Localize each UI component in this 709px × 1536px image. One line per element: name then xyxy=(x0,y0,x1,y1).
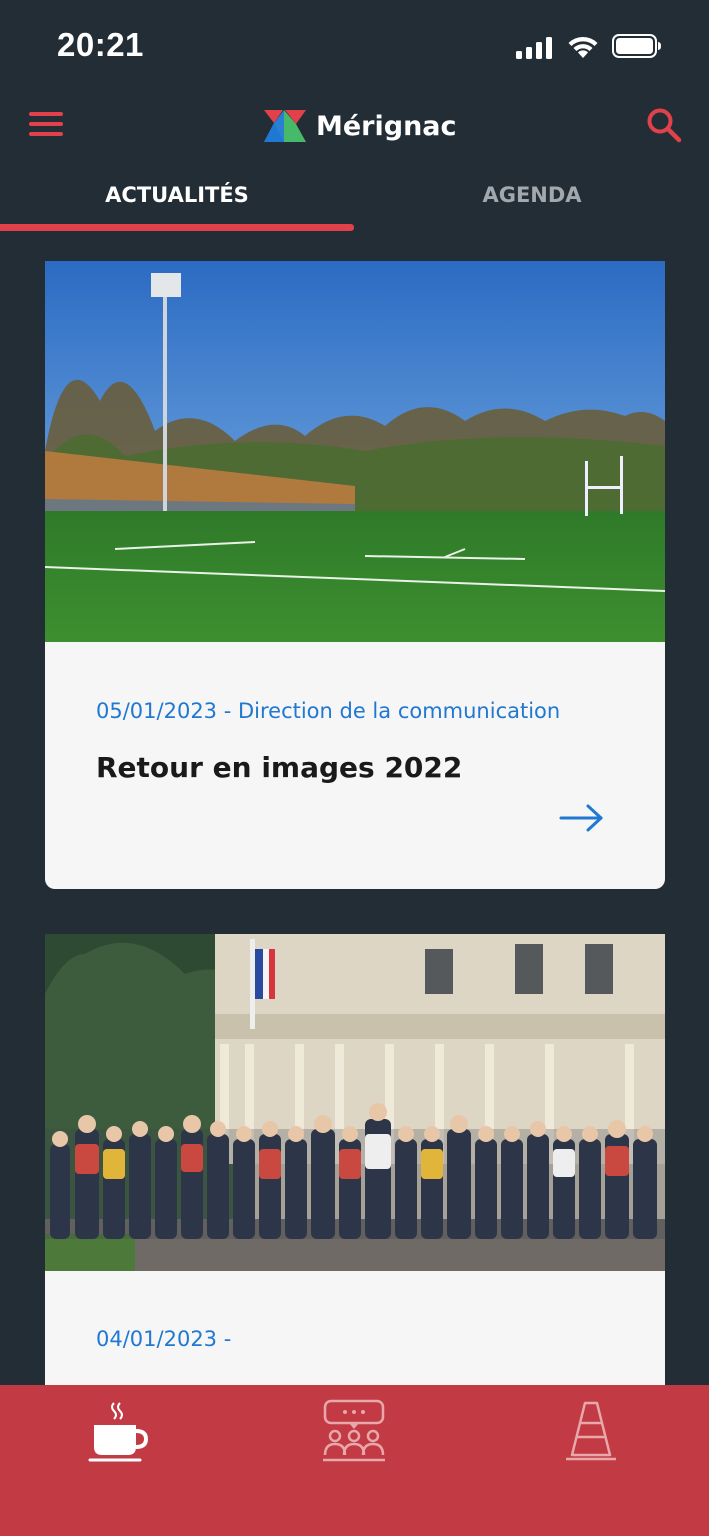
active-tab-indicator xyxy=(0,224,354,231)
coffee-cup-icon[interactable] xyxy=(84,1399,154,1463)
status-bar: 20:21 xyxy=(0,0,709,92)
community-meeting-icon[interactable] xyxy=(319,1399,389,1463)
article-meta: 05/01/2023 - Direction de la communicati… xyxy=(96,699,561,723)
status-time: 20:21 xyxy=(57,26,144,63)
battery-icon xyxy=(612,34,661,58)
tab-agenda[interactable]: AGENDA xyxy=(355,168,709,224)
article-title: Retour en images 2022 xyxy=(96,751,463,784)
brand: Mérignac xyxy=(264,106,457,146)
traffic-cone-icon[interactable] xyxy=(556,1399,626,1463)
article-card[interactable]: 04/01/2023 - xyxy=(45,934,665,1385)
arrow-right-icon[interactable] xyxy=(559,803,605,833)
merignac-logo xyxy=(264,110,306,142)
wifi-icon xyxy=(568,36,598,58)
article-card[interactable]: 05/01/2023 - Direction de la communicati… xyxy=(45,261,665,889)
article-meta: 04/01/2023 - xyxy=(96,1327,232,1351)
sports-field-photo xyxy=(45,261,665,642)
menu-icon[interactable] xyxy=(29,112,63,138)
search-icon[interactable] xyxy=(646,107,682,143)
cellular-signal-icon xyxy=(516,37,552,59)
group-photo-town-hall xyxy=(45,934,665,1271)
bottom-navigation xyxy=(0,1385,709,1536)
app-header: Mérignac xyxy=(0,92,709,162)
tab-actualites[interactable]: ACTUALITÉS xyxy=(0,168,354,224)
tab-bar: ACTUALITÉS AGENDA xyxy=(0,168,709,232)
brand-name: Mérignac xyxy=(316,110,457,142)
